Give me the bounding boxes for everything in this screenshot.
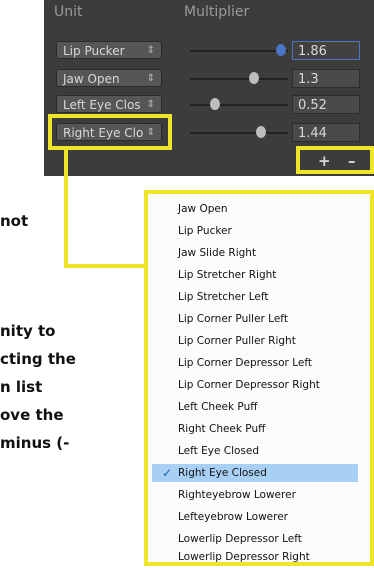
- list-item[interactable]: Right Cheek Puff: [152, 420, 358, 438]
- list-item[interactable]: Lip Corner Puller Right: [152, 332, 358, 350]
- multiplier-value-field[interactable]: 1.44: [292, 123, 360, 142]
- slider-thumb[interactable]: [210, 98, 221, 110]
- remove-button[interactable]: –: [348, 152, 356, 170]
- list-item[interactable]: Lip Stretcher Left: [152, 288, 358, 306]
- list-item[interactable]: Lip Pucker: [152, 222, 358, 240]
- body-text-fragment: not: [0, 212, 29, 230]
- checkmark-icon: ✓: [162, 466, 173, 480]
- unit-dropdown-label: Jaw Open: [63, 72, 120, 86]
- blendshape-row: Jaw Open ⇕ 1.3: [44, 68, 374, 90]
- multiplier-value-field[interactable]: 1.86: [292, 41, 360, 60]
- slider-track[interactable]: [190, 50, 288, 52]
- slider-thumb[interactable]: [255, 126, 266, 138]
- slider-thumb[interactable]: [248, 72, 259, 84]
- slider-track[interactable]: [190, 78, 288, 80]
- multiplier-value-field[interactable]: 0.52: [292, 95, 360, 114]
- unit-dropdown-label: Left Eye Clos: [63, 98, 141, 112]
- unit-column-header: Unit: [54, 4, 83, 20]
- body-text-fragment: minus (-: [0, 434, 70, 452]
- list-item[interactable]: Lowerlip Depressor Right: [152, 548, 358, 566]
- list-item[interactable]: Lip Corner Depressor Right: [152, 376, 358, 394]
- list-item[interactable]: Righteyebrow Lowerer: [152, 486, 358, 504]
- list-item-selected[interactable]: ✓ Right Eye Closed: [152, 464, 358, 482]
- multiplier-value-field[interactable]: 1.3: [292, 69, 360, 88]
- list-item[interactable]: Left Cheek Puff: [152, 398, 358, 416]
- dropdown-arrows-icon: ⇕: [146, 73, 155, 84]
- unit-dropdown[interactable]: Jaw Open ⇕: [56, 69, 162, 87]
- connector-line-vertical: [64, 150, 68, 268]
- add-remove-highlight: + –: [296, 146, 374, 174]
- add-button[interactable]: +: [318, 152, 331, 170]
- unit-dropdown[interactable]: Lip Pucker ⇕: [56, 41, 162, 59]
- list-item[interactable]: Lip Corner Depressor Left: [152, 354, 358, 372]
- dropdown-arrows-icon: ⇕: [146, 45, 155, 56]
- slider-track[interactable]: [190, 104, 288, 106]
- list-item[interactable]: Jaw Open: [152, 200, 358, 218]
- body-text-fragment: n list: [0, 378, 43, 396]
- unit-dropdown-label: Lip Pucker: [63, 44, 125, 58]
- slider-track[interactable]: [190, 132, 288, 134]
- blendshape-row: Lip Pucker ⇕ 1.86: [44, 40, 374, 62]
- unit-dropdown[interactable]: Left Eye Clos ⇕: [56, 95, 162, 113]
- multiplier-column-header: Multiplier: [184, 4, 250, 20]
- list-item[interactable]: Jaw Slide Right: [152, 244, 358, 262]
- blendshape-dropdown-list: Jaw Open Lip Pucker Jaw Slide Right Lip …: [144, 190, 374, 566]
- list-item[interactable]: Lefteyebrow Lowerer: [152, 508, 358, 526]
- slider-thumb[interactable]: [276, 44, 287, 56]
- list-item[interactable]: Left Eye Closed: [152, 442, 358, 460]
- list-item-label: Right Eye Closed: [178, 467, 267, 479]
- blendshape-row: Left Eye Clos ⇕ 0.52: [44, 94, 374, 116]
- body-text-fragment: cting the: [0, 350, 76, 368]
- list-item[interactable]: Lowerlip Depressor Left: [152, 530, 358, 548]
- body-text-fragment: nity to: [0, 322, 56, 340]
- list-item[interactable]: Lip Corner Puller Left: [152, 310, 358, 328]
- dropdown-arrows-icon: ⇕: [146, 99, 155, 110]
- body-text-fragment: ove the: [0, 406, 64, 424]
- list-item[interactable]: Lip Stretcher Right: [152, 266, 358, 284]
- connector-line-horizontal: [64, 264, 148, 268]
- selected-dropdown-highlight: [48, 114, 172, 150]
